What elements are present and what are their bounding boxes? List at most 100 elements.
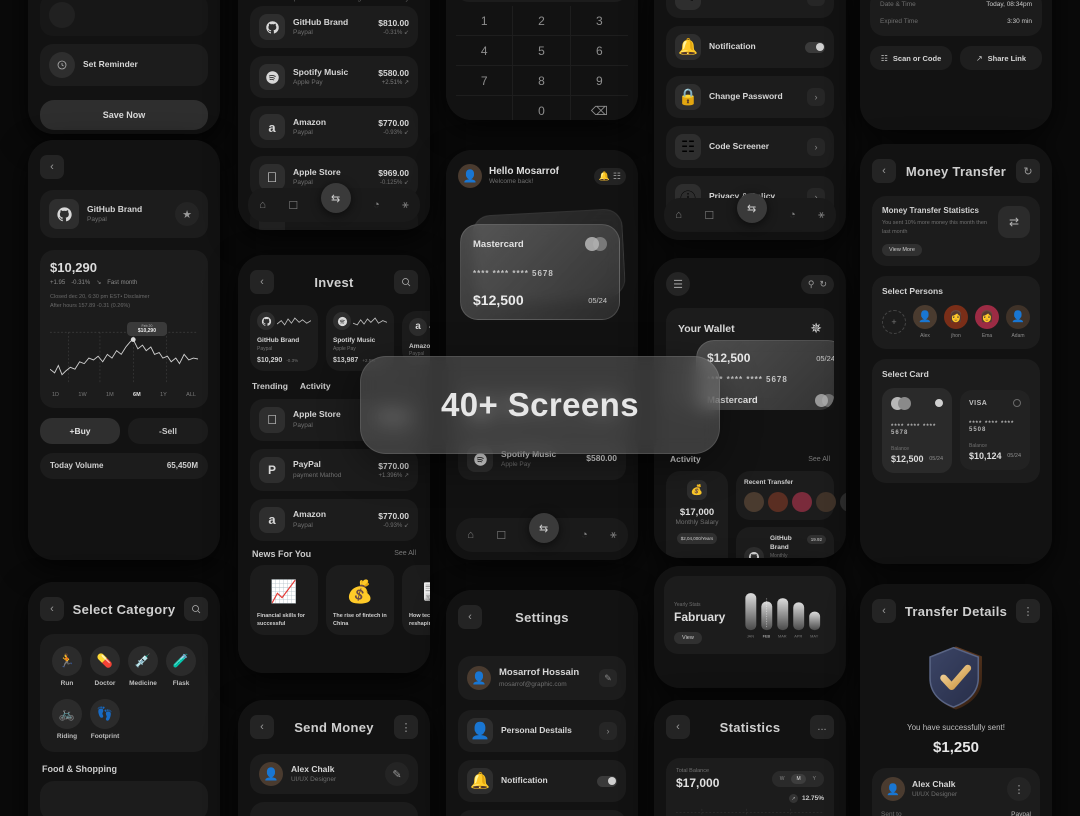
tab-expenses[interactable]: Expenses	[286, 0, 315, 2]
activity-see-all[interactable]: See All	[808, 456, 830, 463]
refresh-icon[interactable]: ↻	[819, 279, 827, 290]
search-icon[interactable]	[394, 270, 418, 294]
add-person-button[interactable]: +	[882, 309, 906, 334]
key-0[interactable]: 0	[513, 96, 571, 120]
scan-icon[interactable]: ☷	[613, 171, 621, 182]
nav-profile-icon[interactable]: ⚹	[818, 209, 825, 222]
category-item-footprint[interactable]: 👣 Footprint	[86, 699, 124, 740]
buy-button[interactable]: +Buy	[40, 417, 120, 444]
credit-card-mastercard[interactable]: Mastercard **** **** **** 5678 $12,500 0…	[460, 224, 620, 320]
range-selector[interactable]: W M Y	[771, 771, 824, 787]
settings-item-code-screener[interactable]: ☷ Code Screener ›	[666, 126, 834, 168]
radio-selected-icon[interactable]	[935, 399, 943, 408]
view-button[interactable]: View	[674, 632, 702, 644]
premium-card[interactable]: GitHub Brand Monthly Premium Today, 12:0…	[736, 527, 834, 558]
key-7[interactable]: 7	[456, 66, 514, 96]
avatar[interactable]	[768, 492, 788, 512]
nav-wallet-icon[interactable]: ☐	[496, 529, 506, 542]
notification-toggle[interactable]	[805, 41, 825, 53]
nav-wallet-icon[interactable]: ☐	[288, 199, 298, 212]
news-card[interactable]: 📰 How technology is reshaping	[402, 564, 430, 636]
table-row[interactable]: GitHub Brand Paypal $810.00 -0.31% ↙	[250, 6, 418, 48]
key-5[interactable]: 5	[513, 36, 571, 66]
edit-pencil-icon[interactable]: ✎	[385, 762, 409, 786]
settings-item-notification[interactable]: 🔔 Notification	[666, 26, 834, 68]
news-card[interactable]: 📈 Financial skills for successful	[250, 564, 318, 636]
more-options-icon[interactable]: ⋮	[1007, 777, 1031, 801]
avatar[interactable]	[816, 492, 836, 512]
range-1w[interactable]: 1W	[78, 392, 86, 398]
range-selector[interactable]: 1D 1W 1M 6M 1Y ALL	[50, 392, 198, 398]
range-6m[interactable]: 6M	[133, 392, 141, 398]
sell-button[interactable]: -Sell	[128, 417, 208, 444]
share-link-button[interactable]: ↗ Share Link	[960, 46, 1042, 71]
settings-item-change-password[interactable]: 🔒 Change Password ›	[458, 810, 626, 816]
tab-all[interactable]: All	[254, 0, 262, 2]
key-1[interactable]: 1	[456, 6, 514, 36]
bottom-nav[interactable]: ⌂ ☐ ⇆ ◔ ⚹	[456, 513, 628, 552]
avatar-more[interactable]	[840, 492, 846, 512]
back-button[interactable]: ‹	[40, 155, 64, 179]
search-icon[interactable]	[183, 597, 208, 621]
key-6[interactable]: 6	[570, 36, 628, 66]
food-shopping-card[interactable]	[40, 781, 208, 816]
settings-item-notification[interactable]: 🔔 Notification	[458, 760, 626, 802]
numeric-keypad[interactable]: 1 2 3 4 5 6 7 8 9 0 ⌫	[456, 6, 628, 120]
key-4[interactable]: 4	[456, 36, 514, 66]
range-1d[interactable]: 1D	[52, 392, 59, 398]
category-item-medicine[interactable]: 💉 Medicine	[124, 646, 162, 687]
scan-or-code-button[interactable]: ☷ Scan or Code	[870, 46, 952, 71]
avatar[interactable]: 👤	[458, 164, 482, 188]
tab-trending[interactable]: Trending	[252, 381, 288, 391]
category-item-run[interactable]: 🏃 Run	[48, 646, 86, 687]
settings-item-edit-profile[interactable]: ✎ Edit Profile ›	[666, 0, 834, 18]
nav-transfer-fab[interactable]: ⇆	[320, 183, 351, 213]
category-item-riding[interactable]: 🚲 Riding	[48, 699, 86, 740]
settings-item-change-password[interactable]: 🔒 Change Password ›	[666, 76, 834, 118]
table-row[interactable]: a Amazon Paypal $770.00 -0.93% ↙	[250, 498, 418, 541]
pencil-icon[interactable]: ✎	[599, 669, 617, 687]
nav-home-icon[interactable]: ⌂	[259, 199, 266, 211]
save-now-button[interactable]: Save Now	[40, 100, 208, 130]
settings-item-personal-details[interactable]: 👤 Personal Destails ›	[458, 710, 626, 752]
notification-toggle[interactable]	[597, 775, 617, 787]
nav-home-icon[interactable]: ⌂	[675, 209, 682, 221]
chevron-right-icon[interactable]: ›	[807, 88, 825, 106]
chevron-right-icon[interactable]: ›	[599, 722, 617, 740]
key-9[interactable]: 9	[570, 66, 628, 96]
person-item-adam[interactable]: 👤 Adam	[1006, 304, 1030, 339]
nav-transfer-fab[interactable]: ⇆	[736, 193, 767, 223]
nav-wallet-icon[interactable]: ☐	[704, 209, 714, 222]
range-w[interactable]: W	[775, 774, 790, 784]
table-row[interactable]: P PayPal payment Mathod $770.00 +1.396% ↗	[250, 448, 418, 491]
recipient-card[interactable]: 👤 Alex Chalk UI/UX Designer ✎	[250, 754, 418, 794]
back-button[interactable]: ‹	[250, 715, 274, 739]
avatar[interactable]	[792, 492, 812, 512]
radio-unselected-icon[interactable]	[1013, 399, 1021, 408]
more-options-icon[interactable]: ⋮	[1015, 599, 1040, 623]
nav-chart-icon[interactable]: ◔	[581, 529, 588, 541]
sort-by-dropdown[interactable]: Sort by ▾	[388, 0, 414, 2]
range-all[interactable]: ALL	[186, 392, 196, 398]
tab-earnings[interactable]: Earnings	[339, 0, 365, 2]
bottom-nav[interactable]: ⌂ ☐ ⇆ ◔ ⚹	[248, 183, 420, 222]
person-item-jhon[interactable]: 👩 jhon	[944, 304, 968, 339]
key-2[interactable]: 2	[513, 6, 571, 36]
person-item-ema[interactable]: 👩 Ema	[975, 304, 999, 339]
swap-icon[interactable]: ⇄	[998, 206, 1030, 238]
range-y[interactable]: Y	[808, 774, 821, 784]
back-button[interactable]: ‹	[250, 270, 274, 294]
favorite-star-icon[interactable]: ★	[175, 202, 199, 226]
menu-icon[interactable]: ☰	[666, 272, 690, 296]
transaction-tabs[interactable]: All Expenses Earnings Sort by ▾	[250, 0, 418, 4]
news-card[interactable]: 💰 The rise of fintech in China	[326, 564, 394, 636]
back-button[interactable]: ‹	[872, 599, 896, 623]
back-button[interactable]: ‹	[666, 715, 690, 739]
search-icon[interactable]: ⚲	[808, 279, 815, 290]
stock-card[interactable]: GitHub Brand Paypal $10,290 -0.3%	[250, 305, 318, 371]
chevron-right-icon[interactable]: ›	[807, 0, 825, 6]
stock-brand-card[interactable]: GitHub Brand Paypal ★	[40, 190, 208, 238]
card-option-visa[interactable]: VISA **** **** **** 5508 Balance $10,124…	[960, 390, 1030, 471]
profile-card[interactable]: 👤 Mosarrof Hossain mosarrof@graphic.com ✎	[458, 656, 626, 700]
more-options-icon[interactable]: ⋮	[393, 715, 418, 739]
